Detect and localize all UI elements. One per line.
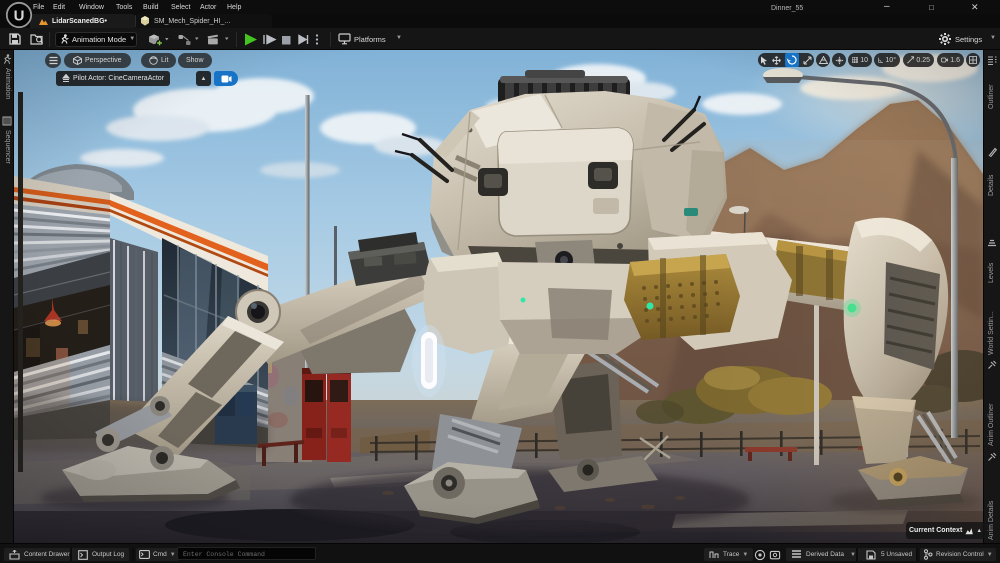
svg-text:U: U bbox=[14, 8, 25, 25]
